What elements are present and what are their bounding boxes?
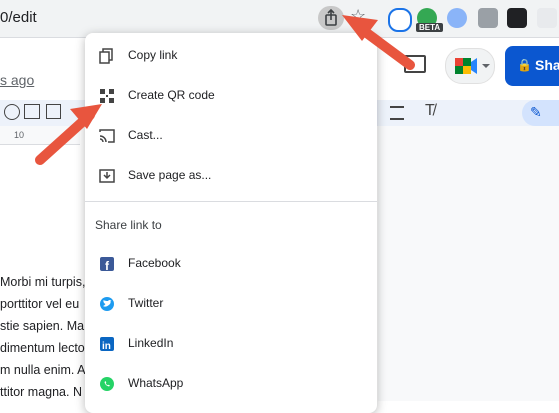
linkedin-icon: in [100, 337, 114, 352]
clear-formatting-icon[interactable]: T̸ [425, 102, 435, 120]
body-line[interactable]: Morbi mi turpis, [0, 275, 85, 289]
share-target-label: Twitter [128, 296, 164, 310]
menu-item-save-page-as[interactable]: Save page as... [85, 156, 377, 196]
share-target-label: LinkedIn [128, 336, 174, 350]
menu-item-label: Cast... [128, 128, 163, 142]
menu-divider [85, 201, 377, 202]
save-page-icon [99, 169, 115, 183]
ruler[interactable]: 10 [0, 126, 80, 145]
ruler-tick-label: 10 [14, 130, 25, 140]
body-line[interactable]: ttitor magna. N [0, 385, 82, 399]
page-margin-background [378, 126, 559, 401]
indent-icon[interactable] [390, 106, 404, 120]
facebook-icon: f [100, 257, 114, 272]
share-target-linkedin[interactable]: in LinkedIn [85, 324, 377, 364]
meet-icon [455, 58, 490, 74]
meet-button[interactable] [445, 48, 495, 84]
docs-share-button[interactable]: 🔒 Sha [505, 46, 559, 86]
cast-icon [99, 129, 115, 143]
share-button-label: Sha [535, 57, 559, 73]
twitter-icon [100, 297, 114, 311]
qr-code-icon [100, 89, 114, 103]
extension-password-icon[interactable] [388, 8, 412, 32]
menu-item-label: Create QR code [128, 88, 215, 102]
copy-link-icon [99, 48, 113, 64]
extension-pause-icon[interactable] [447, 8, 467, 28]
extension-mask-icon[interactable] [507, 8, 527, 28]
beta-badge: BETA [416, 23, 444, 32]
lock-icon: 🔒 [517, 58, 532, 72]
bookmark-star-icon[interactable]: ☆ [350, 6, 366, 27]
share-target-label: Facebook [128, 256, 181, 270]
body-line[interactable]: porttitor vel eu [0, 297, 79, 311]
menu-item-cast[interactable]: Cast... [85, 116, 377, 156]
svg-text:in: in [102, 341, 111, 352]
body-line[interactable]: m nulla enim. A [0, 363, 85, 377]
share-target-facebook[interactable]: f Facebook [85, 244, 377, 284]
redo-icon[interactable] [4, 104, 20, 120]
insert-image-icon[interactable] [46, 104, 61, 119]
share-menu: Copy link Create QR code Cast... Save pa… [85, 33, 377, 413]
share-icon [325, 8, 337, 26]
whatsapp-icon [100, 377, 114, 391]
pencil-icon: ✎ [530, 104, 542, 120]
last-edit-link[interactable]: s ago [0, 72, 34, 88]
menu-item-label: Save page as... [128, 168, 212, 182]
body-line[interactable]: dimentum lecto [0, 341, 85, 355]
share-page-button[interactable] [318, 6, 344, 30]
menu-item-label: Copy link [128, 48, 178, 62]
share-link-to-heading: Share link to [95, 218, 162, 232]
menu-item-copy-link[interactable]: Copy link [85, 36, 377, 76]
extension-k-icon[interactable] [478, 8, 498, 28]
extensions-puzzle-icon[interactable] [537, 8, 557, 28]
url-text[interactable]: 0/edit [0, 9, 37, 26]
editing-mode-button[interactable]: ✎ [522, 100, 559, 126]
body-line[interactable]: stie sapien. Ma [0, 319, 84, 333]
share-target-label: WhatsApp [128, 376, 184, 390]
share-target-whatsapp[interactable]: WhatsApp [85, 364, 377, 404]
add-comment-icon[interactable] [24, 104, 40, 119]
menu-item-create-qr-code[interactable]: Create QR code [85, 76, 377, 116]
share-target-twitter[interactable]: Twitter [85, 284, 377, 324]
comment-history-icon[interactable] [404, 55, 426, 73]
